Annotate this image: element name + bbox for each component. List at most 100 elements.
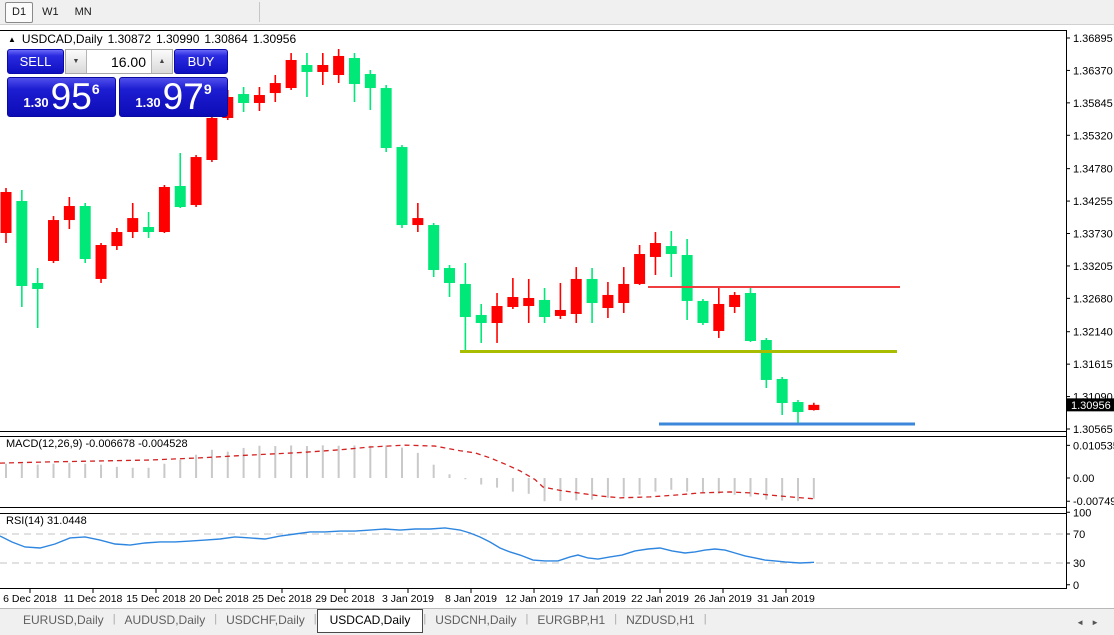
macd-histogram-bar: [68, 463, 70, 478]
date-axis-label: 29 Dec 2018: [315, 593, 375, 605]
macd-histogram-bar: [781, 478, 783, 501]
tab-eurusd[interactable]: EURUSD,Daily: [14, 610, 113, 631]
candle-up: [555, 310, 566, 316]
macd-histogram-bar: [132, 468, 134, 478]
macd-histogram-bar: [243, 448, 245, 478]
candle-down: [682, 255, 693, 301]
chevron-down-icon: ▼: [73, 58, 80, 65]
one-click-trading-panel: SELL ▼ 16.00 ▲ BUY 1.30 95 6 1.30 97 9: [7, 49, 228, 117]
macd-label: MACD(12,26,9) -0.006678 -0.004528: [6, 438, 188, 450]
macd-histogram-bar: [496, 478, 498, 488]
tab-eurgbp[interactable]: EURGBP,H1: [528, 610, 614, 631]
date-axis-label: 31 Jan 2019: [757, 593, 815, 605]
tab-divider: |: [704, 613, 707, 625]
volume-field[interactable]: 16.00: [87, 50, 151, 73]
symbol-tabbar: EURUSD,Daily|AUDUSD,Daily|USDCHF,Daily|U…: [0, 608, 1114, 635]
macd-histogram-bar: [797, 478, 799, 501]
date-axis-label: 26 Jan 2019: [694, 593, 752, 605]
candle-up: [191, 157, 202, 205]
price-axis-label: 1.33730: [1073, 229, 1113, 241]
low-value: 1.30864: [204, 32, 247, 46]
rsi-label: RSI(14) 31.0448: [6, 515, 87, 527]
sell-price-panel[interactable]: 1.30 95 6: [7, 77, 116, 117]
macd-histogram-bar: [353, 445, 355, 478]
candle-down: [16, 201, 27, 286]
macd-histogram-bar: [322, 445, 324, 478]
chevron-up-icon: ▲: [159, 58, 166, 65]
sell-price-digits: 95: [51, 81, 92, 114]
buy-price-pip: 9: [204, 81, 212, 97]
macd-histogram-bar: [21, 464, 23, 478]
macd-histogram-bar: [258, 446, 260, 478]
macd-histogram-bar: [433, 465, 435, 478]
candle-up: [650, 243, 661, 257]
candle-up: [270, 83, 281, 93]
volume-increase-button[interactable]: ▲: [151, 50, 172, 73]
candle-down: [761, 340, 772, 380]
candle-down: [697, 301, 708, 323]
candle-down: [745, 293, 756, 341]
macd-histogram-bar: [211, 450, 213, 478]
macd-histogram-bar: [449, 474, 451, 478]
candle-down: [175, 186, 186, 207]
rsi-axis-label: 70: [1073, 529, 1085, 541]
macd-histogram-bar: [686, 478, 688, 492]
timeframe-button-w1[interactable]: W1: [35, 2, 66, 23]
macd-signal-line: [0, 445, 814, 499]
scroll-right-icon[interactable]: ►: [1091, 618, 1106, 627]
scroll-left-icon[interactable]: ◄: [1076, 618, 1091, 627]
price-axis-label: 1.33205: [1073, 261, 1113, 273]
macd-histogram-bar: [179, 460, 181, 478]
date-axis-label: 22 Jan 2019: [631, 593, 689, 605]
collapse-triangle-icon[interactable]: ▲: [8, 35, 16, 44]
macd-name: MACD(12,26,9): [6, 438, 82, 450]
tab-usdchf[interactable]: USDCHF,Daily: [217, 610, 314, 631]
macd-histogram-bar: [512, 478, 514, 492]
date-axis-label: 17 Jan 2019: [568, 593, 626, 605]
volume-decrease-button[interactable]: ▼: [66, 50, 87, 73]
date-axis-label: 20 Dec 2018: [189, 593, 249, 605]
macd-histogram-bar: [417, 453, 419, 478]
candle-down: [777, 379, 788, 403]
date-axis-label: 25 Dec 2018: [252, 593, 312, 605]
macd-histogram-bar: [813, 478, 815, 499]
candle-down: [349, 58, 360, 84]
macd-histogram-bar: [148, 468, 150, 478]
rsi-axis-label: 30: [1073, 558, 1085, 570]
timeframe-button-d1[interactable]: D1: [5, 2, 33, 23]
candle-up: [96, 245, 107, 279]
timeframe-button-mn[interactable]: MN: [68, 2, 99, 23]
tab-usdcnh[interactable]: USDCNH,Daily: [426, 610, 525, 631]
candle-up: [571, 279, 582, 314]
price-axis-label: 1.35320: [1073, 130, 1113, 142]
macd-histogram-bar: [227, 452, 229, 478]
price-axis-label: 1.34780: [1073, 164, 1113, 176]
buy-price-prefix: 1.30: [135, 95, 160, 110]
macd-histogram-bar: [274, 446, 276, 478]
candle-up: [286, 60, 297, 88]
tab-audusd[interactable]: AUDUSD,Daily: [116, 610, 215, 631]
macd-histogram-bar: [401, 448, 403, 478]
trading-terminal: { "toolbar": { "timeframes": ["D1", "W1"…: [0, 0, 1114, 635]
date-axis-label: 15 Dec 2018: [126, 593, 186, 605]
macd-histogram-bar: [623, 478, 625, 497]
sell-button[interactable]: SELL: [7, 49, 64, 74]
macd-histogram-bar: [195, 455, 197, 478]
tab-nzdusd[interactable]: NZDUSD,H1: [617, 610, 704, 631]
candle-up: [333, 56, 344, 75]
candle-down: [460, 284, 471, 317]
candle-down: [80, 206, 91, 259]
macd-histogram-bar: [385, 445, 387, 478]
macd-values: -0.006678 -0.004528: [85, 438, 187, 450]
macd-histogram-bar: [163, 464, 165, 478]
buy-price-panel[interactable]: 1.30 97 9: [119, 77, 228, 117]
sell-price-pip: 6: [92, 81, 100, 97]
buy-button[interactable]: BUY: [174, 49, 228, 74]
candle-up: [206, 118, 217, 160]
tab-scroll-arrows[interactable]: ◄►: [1076, 618, 1106, 627]
tab-usdcad[interactable]: USDCAD,Daily: [317, 609, 424, 633]
macd-histogram-bar: [702, 478, 704, 493]
price-axis-label: 1.36370: [1073, 65, 1113, 77]
macd-histogram-bar: [575, 478, 577, 500]
candle-down: [301, 65, 312, 72]
